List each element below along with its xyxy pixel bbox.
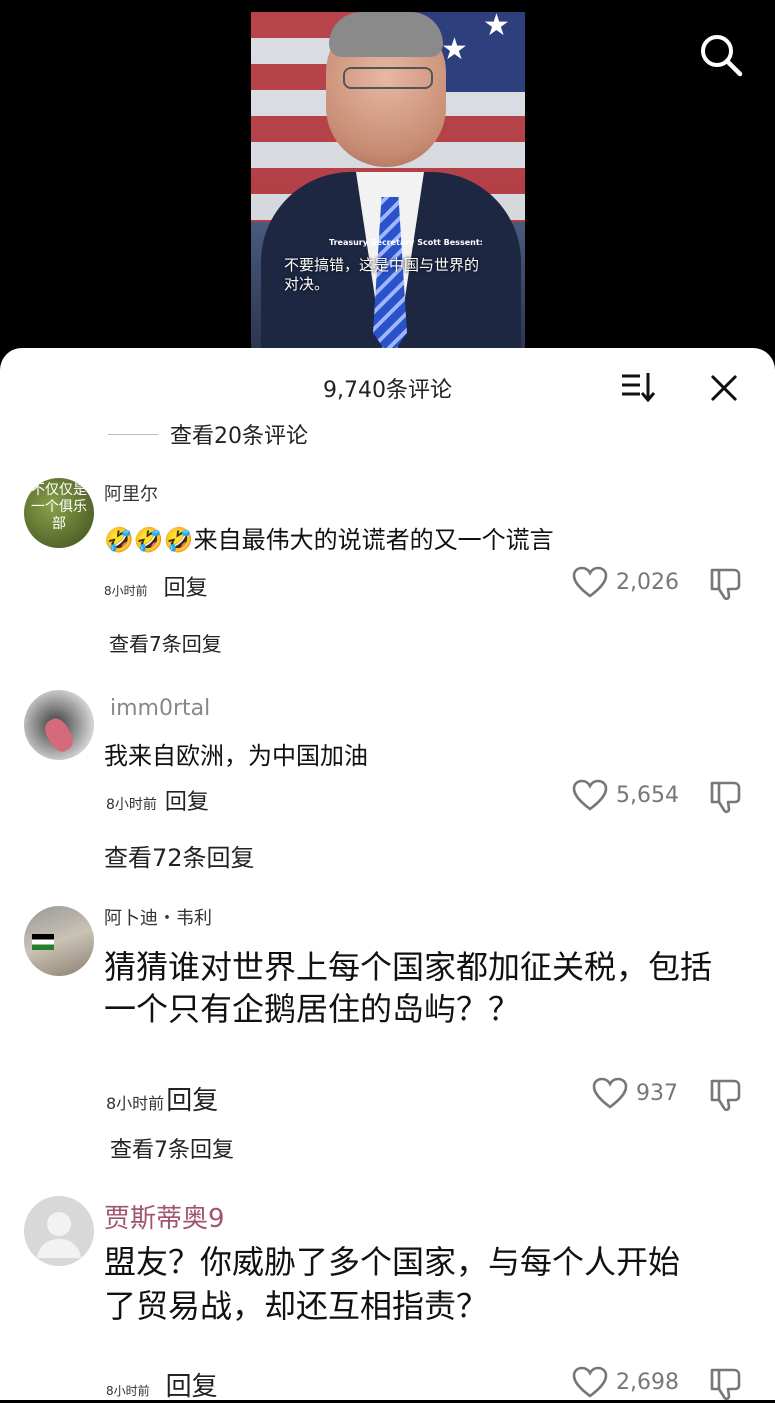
comment-body: 我来自欧洲，为中国加油 — [104, 742, 368, 770]
reply-button[interactable]: 回复 — [166, 1366, 218, 1403]
like-button[interactable]: 2,026 — [572, 566, 679, 598]
like-button[interactable]: 937 — [592, 1077, 678, 1109]
comment-time: 8小时前 — [106, 797, 157, 813]
comment-username[interactable]: 阿里尔 — [104, 480, 158, 506]
comment-text: 🤣🤣🤣来自最伟大的说谎者的又一个谎言 — [104, 520, 554, 555]
comment-username[interactable]: 阿卜迪・韦利 — [104, 904, 212, 930]
close-icon[interactable] — [708, 372, 740, 404]
dislike-icon[interactable] — [708, 779, 746, 815]
like-button[interactable]: 2,698 — [572, 1366, 679, 1398]
comment-meta: 8小时前 回复 — [106, 1366, 218, 1403]
video-caption-speaker: Treasury Secretary Scott Bessent: — [329, 238, 483, 247]
like-button[interactable]: 5,654 — [572, 779, 679, 811]
divider — [108, 433, 158, 435]
view-replies-link[interactable]: 查看72条回复 — [104, 838, 255, 873]
like-count: 2,026 — [616, 569, 679, 595]
view-earlier-comments[interactable]: 查看20条评论 — [108, 418, 308, 450]
comment-meta: 8小时前 回复 — [106, 1080, 218, 1117]
star-icon: ★ — [483, 12, 510, 43]
like-count: 5,654 — [616, 782, 679, 808]
comment-time: 8小时前 — [106, 1094, 165, 1113]
avatar[interactable] — [24, 906, 94, 976]
default-avatar-icon — [37, 1212, 81, 1258]
emoji-laughing: 🤣🤣🤣 — [104, 526, 194, 554]
view-replies-link[interactable]: 查看7条回复 — [109, 628, 222, 657]
dislike-icon[interactable] — [708, 1366, 746, 1402]
like-count: 2,698 — [616, 1369, 679, 1395]
flag-image — [32, 934, 54, 950]
speaker-glasses — [343, 67, 433, 89]
dislike-icon[interactable] — [708, 1077, 746, 1113]
view-replies-link[interactable]: 查看7条回复 — [110, 1132, 234, 1164]
avatar-image — [40, 714, 78, 756]
comment-meta: 8小时前 回复 — [104, 570, 208, 602]
comments-sheet: 9,740条评论 查看20条评论 不仅仅是一个俱乐部 阿里尔 🤣🤣🤣来自最伟大的… — [0, 348, 775, 1403]
dislike-icon[interactable] — [708, 566, 746, 602]
reply-button[interactable]: 回复 — [164, 570, 208, 602]
video-frame[interactable]: ★ ★ Treasury Secretary Scott Bessent: 不要… — [251, 12, 525, 350]
comment-time: 8小时前 — [106, 1384, 150, 1398]
comment-time: 8小时前 — [104, 584, 148, 598]
heart-icon — [572, 779, 608, 811]
reply-button[interactable]: 回复 — [165, 784, 209, 816]
comment-username[interactable]: imm0rtal — [110, 696, 210, 721]
comment-username[interactable]: 贾斯蒂奥9 — [104, 1198, 225, 1235]
like-count: 937 — [636, 1080, 678, 1106]
avatar[interactable]: 不仅仅是一个俱乐部 — [24, 478, 94, 548]
heart-icon — [592, 1077, 628, 1109]
comment-body: 来自最伟大的说谎者的又一个谎言 — [193, 526, 554, 554]
search-icon[interactable] — [698, 32, 744, 78]
speaker-hair — [329, 12, 443, 57]
reply-button[interactable]: 回复 — [166, 1080, 218, 1117]
heart-icon — [572, 566, 608, 598]
avatar-text: 不仅仅是一个俱乐部 — [31, 482, 87, 532]
comments-count-title: 9,740条评论 — [323, 378, 452, 403]
comment-body: 盟友？你威胁了多个国家，与每个人开始了贸易战，却还互相指责？ — [104, 1243, 681, 1325]
view-earlier-label: 查看20条评论 — [170, 424, 308, 449]
avatar[interactable] — [24, 690, 94, 760]
video-player[interactable]: ★ ★ Treasury Secretary Scott Bessent: 不要… — [0, 0, 775, 360]
comment-meta: 8小时前 回复 — [106, 784, 209, 816]
video-caption-text: 不要搞错，这是中国与世界的对决。 — [284, 256, 480, 293]
avatar[interactable] — [24, 1196, 94, 1266]
comment-body: 猜猜谁对世界上每个国家都加征关税，包括一个只有企鹅居住的岛屿？？ — [104, 948, 713, 1028]
heart-icon — [572, 1366, 608, 1398]
sort-icon[interactable] — [620, 370, 656, 404]
